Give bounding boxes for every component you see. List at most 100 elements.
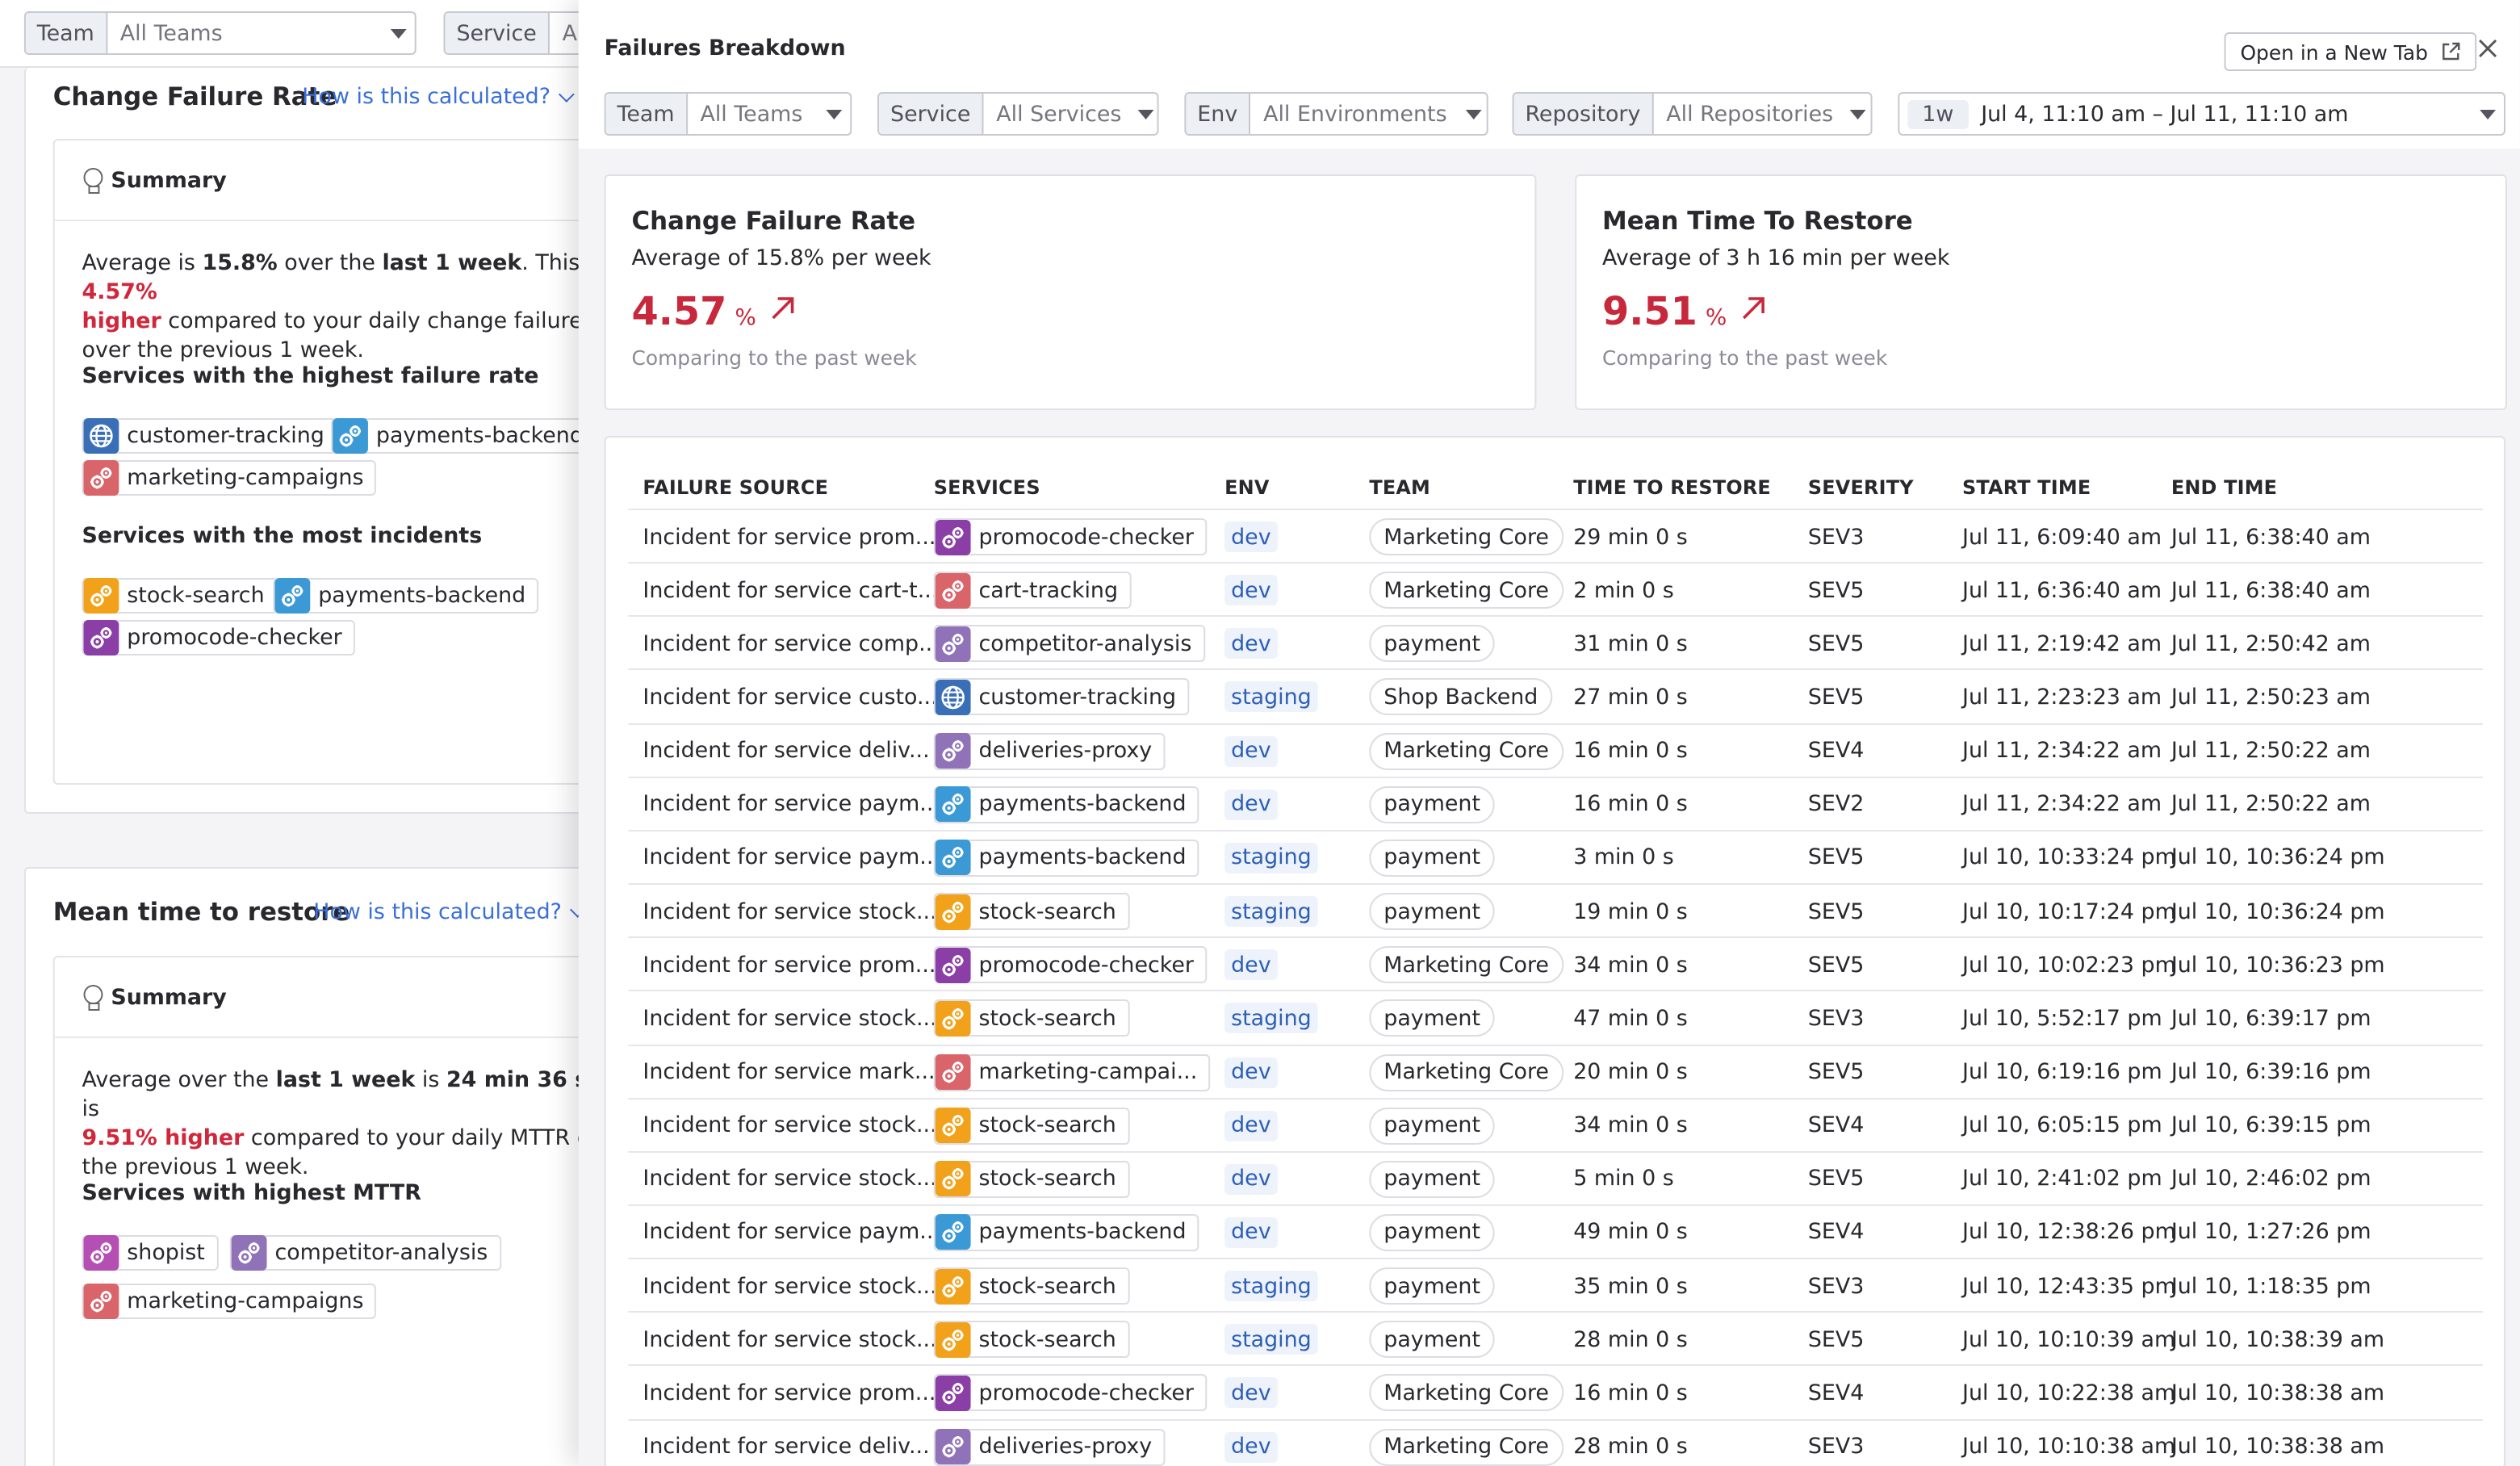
bg-team-filter[interactable]: Team All Teams	[23, 11, 417, 55]
cfr-summary-title: Summary	[111, 167, 227, 193]
repository-filter[interactable]: Repository All Repositories	[1512, 92, 1873, 136]
service-chip-label: payments-backend	[318, 583, 526, 609]
end-time-cell: Jul 11, 2:50:22 am	[2170, 791, 2371, 818]
col-failure-source-header[interactable]: FAILURE SOURCE	[643, 476, 828, 499]
table-row[interactable]: Incident for service prom... promocode-ch…	[628, 509, 2484, 562]
team-tag[interactable]: payment	[1369, 785, 1495, 823]
table-row[interactable]: Incident for service stock... stock-searc…	[628, 1258, 2484, 1311]
table-row[interactable]: Incident for service stock... stock-searc…	[628, 883, 2484, 936]
time-to-restore-cell: 28 min 0 s	[1573, 1326, 1688, 1353]
table-row[interactable]: Incident for service paym... payments-bac…	[628, 776, 2484, 830]
mttr-summary-header: Summary	[54, 957, 663, 1038]
service-chip-label: stock-search	[978, 1326, 1116, 1353]
table-row[interactable]: Incident for service stock... stock-searc…	[628, 1150, 2484, 1204]
table-row[interactable]: Incident for service mark... marketing-ca…	[628, 1044, 2484, 1097]
col-time-to-restore-header[interactable]: TIME TO RESTORE	[1573, 476, 1771, 499]
service-chip[interactable]: payments-backend	[933, 785, 1199, 823]
severity-cell: SEV5	[1807, 898, 1865, 925]
table-row[interactable]: Incident for service stock... stock-searc…	[628, 990, 2484, 1044]
gears-icon	[935, 733, 971, 769]
service-chip[interactable]: payments-backend	[273, 578, 539, 614]
failure-source-cell: Incident for service deliv...	[643, 1434, 930, 1460]
table-row[interactable]: Incident for service custo... customer-tr…	[628, 668, 2484, 723]
time-to-restore-cell: 5 min 0 s	[1573, 1166, 1674, 1192]
service-chip-label: stock-search	[978, 1273, 1116, 1300]
time-range-picker[interactable]: 1w Jul 4, 11:10 am – Jul 11, 11:10 am	[1898, 92, 2505, 136]
service-chip[interactable]: promocode-checker	[933, 1374, 1207, 1412]
team-tag[interactable]: payment	[1369, 1213, 1495, 1251]
table-row[interactable]: Incident for service deliv... deliveries-…	[628, 723, 2484, 776]
col-services-header[interactable]: SERVICES	[934, 476, 1040, 499]
env-filter[interactable]: Env All Environments	[1184, 92, 1488, 136]
table-row[interactable]: Incident for service stock... stock-searc…	[628, 1311, 2484, 1365]
team-tag[interactable]: payment	[1369, 893, 1495, 931]
severity-cell: SEV5	[1807, 1166, 1865, 1192]
service-chip[interactable]: customer-tracking	[82, 418, 337, 454]
table-row[interactable]: Incident for service prom... promocode-ch…	[628, 936, 2484, 990]
table-row[interactable]: Incident for service cart-t... cart-track…	[628, 562, 2484, 615]
team-tag[interactable]: payment	[1369, 1267, 1495, 1305]
team-tag[interactable]: payment	[1369, 625, 1495, 663]
table-row[interactable]: Incident for service paym... payments-bac…	[628, 829, 2484, 883]
failure-source-cell: Incident for service stock...	[643, 1273, 937, 1300]
service-chip[interactable]: payments-backend	[933, 1213, 1199, 1251]
close-icon[interactable]	[2475, 36, 2501, 61]
service-chip[interactable]: marketing-campaigns	[82, 460, 377, 496]
team-tag[interactable]: Marketing Core	[1369, 946, 1563, 984]
col-end-time-header[interactable]: END TIME	[2171, 476, 2277, 499]
team-tag[interactable]: payment	[1369, 1321, 1495, 1359]
service-chip[interactable]: stock-search	[933, 893, 1129, 931]
service-chip[interactable]: shopist	[82, 1235, 218, 1271]
service-chip[interactable]: customer-tracking	[933, 678, 1189, 716]
service-chip[interactable]: payments-backend	[331, 418, 597, 454]
service-chip[interactable]: payments-backend	[933, 839, 1199, 877]
table-row[interactable]: Incident for service stock... stock-searc…	[628, 1097, 2484, 1150]
service-chip[interactable]: stock-search	[933, 1160, 1129, 1198]
table-row[interactable]: Incident for service comp... competitor-a…	[628, 615, 2484, 669]
table-row[interactable]: Incident for service prom... promocode-ch…	[628, 1364, 2484, 1418]
service-chip[interactable]: promocode-checker	[933, 946, 1207, 984]
service-chip[interactable]: marketing-campai...	[933, 1053, 1211, 1091]
service-filter[interactable]: Service All Services	[877, 92, 1159, 136]
service-chip[interactable]: stock-search	[82, 578, 278, 614]
env-tag: dev	[1224, 1057, 1278, 1087]
service-chip[interactable]: stock-search	[933, 1321, 1129, 1359]
service-chip[interactable]: deliveries-proxy	[933, 1428, 1166, 1466]
service-chip[interactable]: stock-search	[933, 1267, 1129, 1305]
team-tag[interactable]: Marketing Core	[1369, 732, 1563, 770]
service-chip[interactable]: promocode-checker	[82, 620, 355, 656]
start-time-cell: Jul 11, 6:09:40 am	[1962, 524, 2162, 550]
service-chip[interactable]: promocode-checker	[933, 518, 1207, 555]
team-tag[interactable]: Marketing Core	[1369, 1053, 1563, 1091]
team-tag[interactable]: payment	[1369, 1160, 1495, 1198]
time-to-restore-cell: 35 min 0 s	[1573, 1273, 1688, 1300]
col-start-time-header[interactable]: START TIME	[1962, 476, 2091, 499]
team-tag[interactable]: payment	[1369, 999, 1495, 1037]
kpi-comparison: Comparing to the past week	[1602, 346, 1888, 370]
service-chip[interactable]: competitor-analysis	[933, 625, 1205, 663]
service-chip[interactable]: marketing-campaigns	[82, 1284, 377, 1319]
open-new-tab-button[interactable]: Open in a New Tab	[2224, 32, 2476, 71]
mttr-how-calculated-link[interactable]: How is this calculated?	[313, 899, 585, 925]
table-row[interactable]: Incident for service paym... payments-bac…	[628, 1204, 2484, 1258]
col-team-header[interactable]: TEAM	[1369, 476, 1430, 499]
service-chip-label: promocode-checker	[978, 1380, 1194, 1406]
service-chip[interactable]: deliveries-proxy	[933, 732, 1166, 770]
service-chip[interactable]: stock-search	[933, 999, 1129, 1037]
cfr-how-calculated-link[interactable]: How is this calculated?	[302, 84, 574, 110]
team-filter[interactable]: Team All Teams	[604, 92, 852, 136]
col-severity-header[interactable]: SEVERITY	[1808, 476, 1914, 499]
team-tag[interactable]: Marketing Core	[1369, 572, 1563, 609]
service-chip[interactable]: stock-search	[933, 1107, 1129, 1145]
service-chip[interactable]: cart-tracking	[933, 572, 1131, 609]
team-tag[interactable]: Shop Backend	[1369, 678, 1553, 716]
service-chip[interactable]: competitor-analysis	[229, 1235, 501, 1271]
team-tag[interactable]: Marketing Core	[1369, 1428, 1563, 1466]
gears-icon	[935, 1054, 971, 1090]
team-tag[interactable]: Marketing Core	[1369, 518, 1563, 555]
team-tag[interactable]: payment	[1369, 839, 1495, 877]
team-tag[interactable]: payment	[1369, 1107, 1495, 1145]
table-row[interactable]: Incident for service deliv... deliveries-…	[628, 1418, 2484, 1466]
team-tag[interactable]: Marketing Core	[1369, 1374, 1563, 1412]
col-env-header[interactable]: ENV	[1224, 476, 1269, 499]
